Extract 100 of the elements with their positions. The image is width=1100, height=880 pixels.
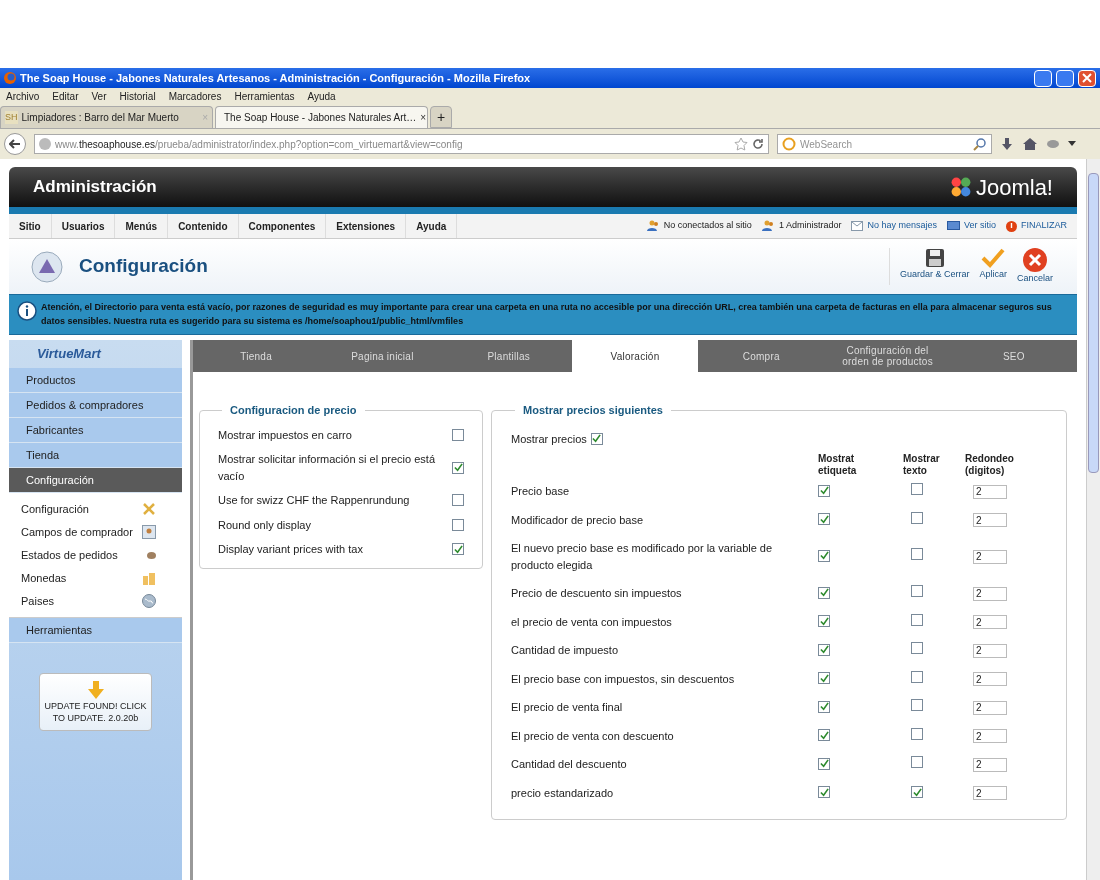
checkbox[interactable] (818, 484, 830, 497)
config-tab[interactable]: Tienda (193, 340, 320, 372)
close-icon (1082, 73, 1092, 83)
checkbox[interactable] (911, 756, 923, 768)
sidebar-link[interactable]: Monedas (21, 569, 67, 587)
config-tab[interactable]: Pagina inicial (319, 340, 446, 372)
toolbar-button[interactable]: Guardar & Cerrar (897, 247, 972, 286)
checkbox[interactable] (818, 549, 830, 562)
close-button[interactable] (1078, 69, 1096, 87)
digits-input[interactable]: 2 (973, 484, 1007, 499)
admin-menu-item[interactable]: Usuarios (51, 214, 116, 238)
checkbox[interactable] (818, 786, 830, 798)
checkbox[interactable] (818, 513, 830, 525)
menu-item[interactable]: Herramientas (234, 89, 295, 104)
checkbox[interactable] (911, 786, 923, 798)
checkbox[interactable] (818, 586, 830, 599)
checkbox[interactable] (911, 699, 923, 711)
back-button[interactable] (4, 133, 26, 155)
config-tab[interactable]: Compra (698, 340, 825, 372)
admin-menu-item[interactable]: Componentes (238, 214, 327, 238)
config-tab[interactable]: Valoración (571, 340, 699, 372)
digits-input[interactable]: 2 (973, 513, 1007, 527)
digits-input[interactable]: 2 (973, 643, 1007, 658)
digits-input[interactable]: 2 (973, 729, 1007, 743)
checkbox[interactable] (818, 729, 830, 741)
status-link[interactable]: FINALIZAR (1021, 219, 1067, 233)
digits-input[interactable]: 2 (973, 672, 1007, 686)
config-tab[interactable]: Plantillas (445, 340, 572, 372)
status-link[interactable]: No hay mensajes (867, 219, 937, 233)
digits-input[interactable]: 2 (973, 549, 1007, 564)
menu-item[interactable]: Marcadores (168, 89, 222, 104)
menu-item[interactable]: Ver (91, 89, 107, 104)
digits-input[interactable]: 2 (973, 786, 1007, 800)
digits-input[interactable]: 2 (973, 615, 1007, 629)
scrollbar[interactable] (1086, 159, 1100, 880)
admin-menu-item[interactable]: Contenido (168, 214, 239, 238)
checkbox[interactable] (911, 670, 923, 683)
checkbox[interactable] (911, 642, 923, 654)
browser-tab[interactable]: SH Limpiadores : Barro del Mar Muerto × (0, 106, 213, 128)
new-tab-button[interactable]: + (430, 106, 452, 128)
url: www.thesoaphouse.es/prueba/administrator/index.php?option=com_virtuemart&view=config (55, 137, 464, 152)
toolbar-button[interactable]: Cancelar (1014, 247, 1055, 286)
reload-icon[interactable] (752, 138, 764, 150)
browser-tab[interactable]: The Soap House - Jabones Naturales Art… × (215, 106, 428, 128)
checkbox[interactable] (452, 461, 464, 474)
checkbox[interactable] (911, 548, 923, 561)
digits-input[interactable]: 2 (973, 700, 1007, 715)
admin-menu-item[interactable]: Extensiones (326, 214, 407, 238)
cancel-icon (1023, 247, 1047, 272)
checkbox[interactable] (911, 483, 923, 495)
search-bar[interactable]: WebSearch (777, 134, 992, 154)
menu-item[interactable]: Historial (119, 89, 156, 104)
checkbox[interactable] (818, 700, 830, 713)
digits-input[interactable]: 2 (973, 586, 1007, 601)
address-bar[interactable]: www.thesoaphouse.es/prueba/administrator/index.php?option=com_virtuemart&view=config (34, 134, 769, 154)
checkbox[interactable] (911, 613, 923, 626)
menu-item[interactable]: Editar (52, 89, 79, 104)
checkbox[interactable] (911, 511, 923, 524)
restore-button[interactable] (1056, 69, 1074, 87)
sidebar-section[interactable]: Productos (9, 368, 182, 393)
home-icon[interactable] (1022, 137, 1038, 151)
status-link[interactable]: Ver sitio (963, 219, 996, 233)
checkbox[interactable] (452, 428, 464, 441)
checkbox[interactable] (818, 615, 830, 627)
menu-item[interactable]: Archivo (6, 89, 40, 104)
tab-close[interactable]: × (420, 110, 427, 125)
checkbox[interactable] (911, 585, 923, 597)
star-icon[interactable] (734, 137, 748, 151)
checkbox[interactable] (590, 432, 603, 445)
sidebar-section[interactable]: Configuración (9, 468, 182, 493)
digits-input[interactable]: 2 (973, 757, 1007, 772)
menu-item[interactable]: Ayuda (307, 89, 336, 104)
config-tab[interactable]: SEO (950, 340, 1077, 372)
config-tab[interactable]: Configuración del orden de productos (824, 340, 951, 372)
update-button[interactable]: UPDATE FOUND! CLICK TO UPDATE. 2.0.20b (39, 673, 152, 731)
dropdown-icon[interactable] (1068, 141, 1076, 147)
admin-menu-item[interactable]: Sitio (9, 214, 52, 238)
download-icon[interactable] (1000, 137, 1014, 151)
admin-menu-item[interactable]: Menús (115, 214, 169, 238)
price-label: Cantidad del descuento (511, 757, 628, 772)
checkbox[interactable] (818, 757, 830, 770)
checkbox[interactable] (818, 643, 830, 656)
checkbox[interactable] (452, 518, 464, 531)
toolbar-button[interactable]: Aplicar (977, 247, 1009, 286)
checkbox[interactable] (818, 672, 830, 684)
sidebar-link[interactable]: Configuración (21, 500, 89, 518)
checkbox[interactable] (911, 727, 923, 740)
minimize-button[interactable] (1034, 69, 1052, 87)
sidebar-section[interactable]: Pedidos & compradores (9, 393, 182, 418)
sidebar-section[interactable]: Herramientas (9, 618, 182, 643)
sidebar-link[interactable]: Paises (21, 592, 55, 610)
sidebar-link[interactable]: Estados de pedidos (21, 546, 118, 564)
sidebar-link[interactable]: Campos de comprador (21, 523, 133, 541)
sidebar-section[interactable]: Tienda (9, 443, 182, 468)
checkbox[interactable] (452, 543, 464, 556)
search-icon[interactable] (973, 137, 987, 151)
checkbox[interactable] (452, 494, 464, 507)
admin-menu-item[interactable]: Ayuda (406, 214, 458, 238)
search-input[interactable]: WebSearch (800, 136, 969, 152)
sidebar-section[interactable]: Fabricantes (9, 418, 182, 443)
